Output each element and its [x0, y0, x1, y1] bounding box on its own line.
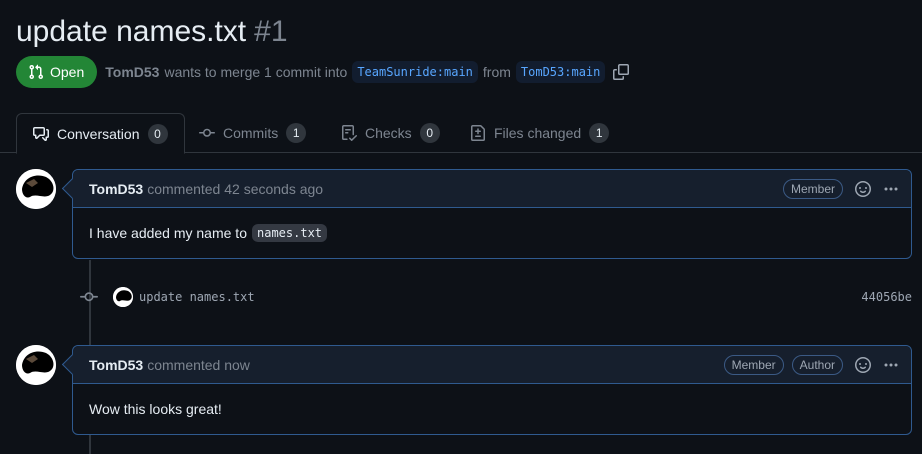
tab-conversation-label: Conversation	[57, 125, 140, 142]
member-badge: Member	[782, 179, 843, 199]
pr-tabs: Conversation 0 Commits 1 Checks 0 Files …	[0, 113, 922, 154]
pr-meta-row: Open TomD53 wants to merge 1 commit into…	[16, 56, 630, 88]
comment-card: TomD53 commented 42 seconds ago Member I…	[72, 169, 912, 259]
tab-commits-count: 1	[286, 123, 307, 143]
comment-body: I have added my name to names.txt	[73, 208, 911, 258]
tab-checks-label: Checks	[365, 125, 412, 141]
comment-timestamp[interactable]: commented 42 seconds ago	[147, 181, 323, 197]
merge-text: wants to merge 1 commit into	[164, 64, 348, 80]
comment-actions: Member Author	[723, 346, 899, 384]
pr-author-link[interactable]: TomD53	[105, 64, 159, 80]
tab-files-changed-label: Files changed	[494, 125, 582, 141]
comment-body-text: I have added my name to	[89, 225, 247, 241]
comment-actions: Member	[782, 170, 899, 208]
git-commit-icon	[199, 128, 215, 137]
checklist-icon	[342, 125, 357, 141]
member-badge: Member	[723, 355, 784, 375]
smiley-icon[interactable]	[855, 357, 871, 373]
kebab-horizontal-icon[interactable]	[883, 181, 899, 197]
commit-author-avatar[interactable]	[113, 287, 133, 307]
file-diff-icon	[471, 125, 485, 141]
pr-title: update names.txt	[16, 15, 247, 48]
comment-header: TomD53 commented 42 seconds ago Member	[73, 170, 911, 208]
pr-state-badge: Open	[16, 56, 98, 88]
comment-header: TomD53 commented now Member Author	[73, 346, 911, 384]
commit-row: update names.txt 44056be	[80, 286, 912, 308]
comment-card: TomD53 commented now Member Author Wow t…	[72, 345, 912, 435]
tab-checks[interactable]: Checks 0	[325, 113, 456, 153]
comment-discussion-icon	[33, 126, 49, 141]
tab-files-changed[interactable]: Files changed 1	[454, 113, 625, 153]
comment-timestamp[interactable]: commented now	[147, 357, 250, 373]
comment-body-text: Wow this looks great!	[89, 401, 222, 417]
inline-code: names.txt	[252, 224, 328, 242]
avatar[interactable]	[16, 345, 56, 385]
tab-commits-label: Commits	[223, 125, 279, 141]
author-badge: Author	[791, 355, 843, 375]
comment-body: Wow this looks great!	[73, 384, 911, 434]
from-text: from	[482, 64, 511, 80]
comment-author[interactable]: TomD53	[89, 357, 143, 373]
tab-checks-count: 0	[419, 123, 440, 143]
tab-files-changed-count: 1	[589, 123, 610, 143]
comment-author[interactable]: TomD53	[89, 181, 143, 197]
kebab-horizontal-icon[interactable]	[883, 357, 899, 373]
smiley-icon[interactable]	[855, 181, 871, 197]
git-pull-request-icon	[29, 64, 44, 80]
pr-title-row: update names.txt #1	[16, 12, 288, 52]
tab-commits[interactable]: Commits 1	[183, 113, 322, 153]
pr-state-label: Open	[50, 64, 85, 80]
tab-conversation[interactable]: Conversation 0	[16, 113, 185, 154]
commit-sha-link[interactable]: 44056be	[861, 290, 912, 304]
avatar-image	[16, 345, 56, 385]
avatar-image	[16, 169, 56, 209]
git-commit-icon	[80, 292, 98, 302]
avatar[interactable]	[16, 169, 56, 209]
tab-conversation-count: 0	[147, 123, 168, 144]
copy-icon[interactable]	[613, 64, 630, 80]
avatar-image	[113, 287, 133, 307]
head-branch[interactable]: TomD53:main	[515, 61, 606, 83]
commit-message-link[interactable]: update names.txt	[139, 290, 255, 304]
base-branch[interactable]: TeamSunride:main	[352, 61, 478, 83]
pr-number: #1	[254, 15, 288, 48]
